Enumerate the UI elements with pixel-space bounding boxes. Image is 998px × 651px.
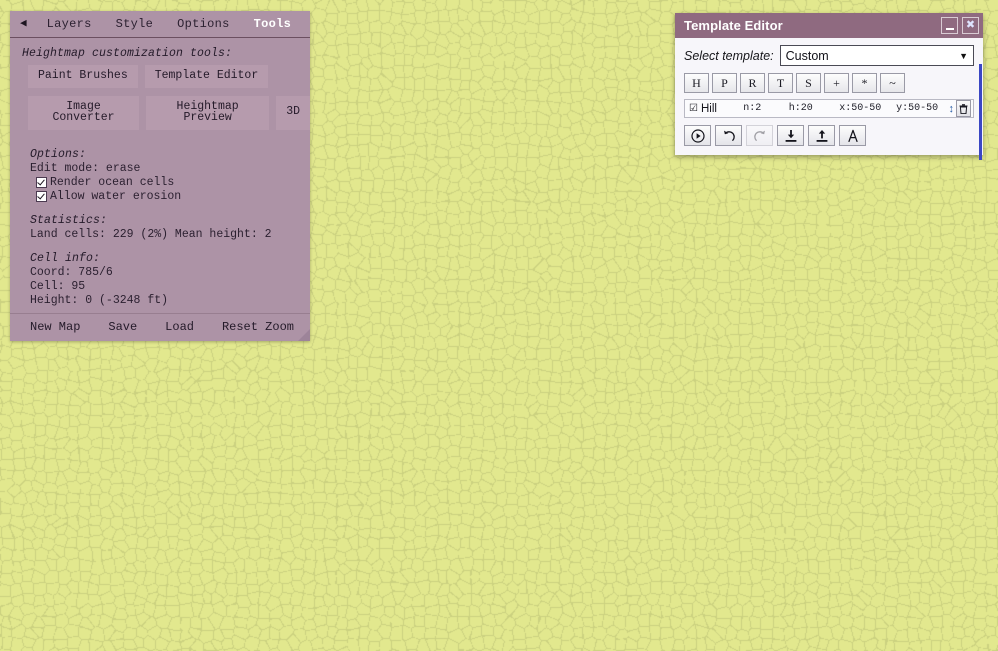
step-name: Hill	[701, 103, 743, 115]
image-converter-button[interactable]: Image Converter	[28, 96, 139, 130]
statistics-label: Statistics:	[10, 213, 310, 228]
paint-brushes-button[interactable]: Paint Brushes	[28, 65, 138, 88]
trash-icon	[959, 104, 968, 114]
download-template-button[interactable]	[777, 125, 804, 146]
menu-item-options[interactable]: Options	[165, 11, 242, 37]
step-button-smooth[interactable]: ~	[880, 73, 905, 93]
new-map-button[interactable]: New Map	[30, 320, 80, 334]
heightmap-preview-button[interactable]: Heightmap Preview	[146, 96, 269, 130]
select-template-label: Select template:	[684, 49, 774, 63]
font-a-icon	[846, 129, 860, 143]
menu-bar: ◀ Layers Style Options Tools About	[10, 11, 310, 38]
menu-item-layers[interactable]: Layers	[35, 11, 104, 37]
upload-icon	[815, 129, 829, 143]
step-button-hill[interactable]: H	[684, 73, 709, 93]
undo-icon	[722, 129, 736, 143]
step-x-range-field[interactable]: x:50-50	[839, 103, 896, 114]
template-select-value: Custom	[786, 49, 829, 63]
play-circle-icon	[691, 129, 705, 143]
download-icon	[784, 129, 798, 143]
step-button-multiply[interactable]: *	[852, 73, 877, 93]
step-button-trough[interactable]: T	[768, 73, 793, 93]
template-editor-body: Select template: Custom ▼ H P R T S + * …	[675, 38, 983, 155]
step-button-range[interactable]: R	[740, 73, 765, 93]
checkbox-label: Render ocean cells	[50, 176, 174, 189]
step-y-range-field[interactable]: y:50-50	[896, 103, 946, 114]
menu-item-about[interactable]: About	[303, 11, 310, 37]
panel-bottom-actions: New Map Save Load Reset Zoom	[10, 313, 310, 341]
checkbox-allow-water-erosion[interactable]: Allow water erosion	[10, 190, 310, 204]
step-drag-handle-icon[interactable]: ↕	[947, 103, 957, 115]
reset-zoom-button[interactable]: Reset Zoom	[222, 320, 294, 334]
template-editor-button[interactable]: Template Editor	[145, 65, 269, 88]
cell-info-label: Cell info:	[10, 251, 310, 266]
template-step-buttons: H P R T S + * ~	[684, 73, 974, 93]
tools-panel: ◀ Layers Style Options Tools About Heigh…	[10, 11, 310, 341]
undo-button[interactable]	[715, 125, 742, 146]
minimize-button[interactable]	[941, 17, 958, 34]
template-select-dropdown[interactable]: Custom ▼	[780, 45, 974, 66]
template-editor-dialog: Template Editor ✖ Select template: Custo…	[675, 13, 983, 155]
statistics-line: Land cells: 229 (2%) Mean height: 2	[10, 228, 310, 242]
close-button[interactable]: ✖	[962, 17, 979, 34]
redo-button	[746, 125, 773, 146]
tools-heading: Heightmap customization tools:	[10, 46, 310, 65]
template-editor-titlebar[interactable]: Template Editor ✖	[675, 13, 983, 38]
cell-id-text: Cell: 95	[10, 280, 310, 294]
application-root: ◀ Layers Style Options Tools About Heigh…	[0, 0, 998, 651]
step-delete-button[interactable]	[956, 100, 971, 117]
minimize-icon	[946, 28, 954, 30]
checkmark-icon	[36, 191, 47, 202]
checkbox-label: Allow water erosion	[50, 190, 181, 203]
template-action-buttons	[684, 125, 974, 146]
template-step-row[interactable]: ☑ Hill n:2 h:20 x:50-50 y:50-50 ↕	[684, 99, 974, 118]
chevron-down-icon: ▼	[959, 51, 968, 61]
save-button[interactable]: Save	[108, 320, 137, 334]
cell-coord-text: Coord: 785/6	[10, 266, 310, 280]
upload-template-button[interactable]	[808, 125, 835, 146]
template-select-row: Select template: Custom ▼	[684, 45, 974, 66]
step-count-field[interactable]: n:2	[743, 103, 789, 114]
step-button-pit[interactable]: P	[712, 73, 737, 93]
step-enabled-checkbox-icon[interactable]: ☑	[689, 103, 698, 114]
checkbox-render-ocean-cells[interactable]: Render ocean cells	[10, 176, 310, 190]
tools-panel-body: Heightmap customization tools: Paint Bru…	[10, 38, 310, 341]
panel-resize-handle[interactable]	[298, 329, 310, 341]
back-arrow-icon[interactable]: ◀	[16, 11, 35, 37]
template-editor-title: Template Editor	[684, 18, 937, 33]
checkmark-icon	[36, 177, 47, 188]
step-button-strait[interactable]: S	[796, 73, 821, 93]
cell-height-text: Height: 0 (-3248 ft)	[10, 294, 310, 308]
options-label: Options:	[10, 147, 310, 162]
menu-item-tools[interactable]: Tools	[242, 11, 304, 37]
redo-icon	[753, 129, 767, 143]
run-template-button[interactable]	[684, 125, 711, 146]
add-text-button[interactable]	[839, 125, 866, 146]
tool-buttons-row-2: Image Converter Heightmap Preview 3D	[10, 96, 310, 138]
dialog-scrollbar[interactable]	[979, 64, 982, 160]
menu-item-style[interactable]: Style	[104, 11, 166, 37]
step-height-field[interactable]: h:20	[789, 103, 839, 114]
three-d-button[interactable]: 3D	[276, 96, 310, 130]
edit-mode-text: Edit mode: erase	[10, 162, 310, 176]
tool-buttons-row-1: Paint Brushes Template Editor	[10, 65, 310, 96]
load-button[interactable]: Load	[165, 320, 194, 334]
step-button-add[interactable]: +	[824, 73, 849, 93]
